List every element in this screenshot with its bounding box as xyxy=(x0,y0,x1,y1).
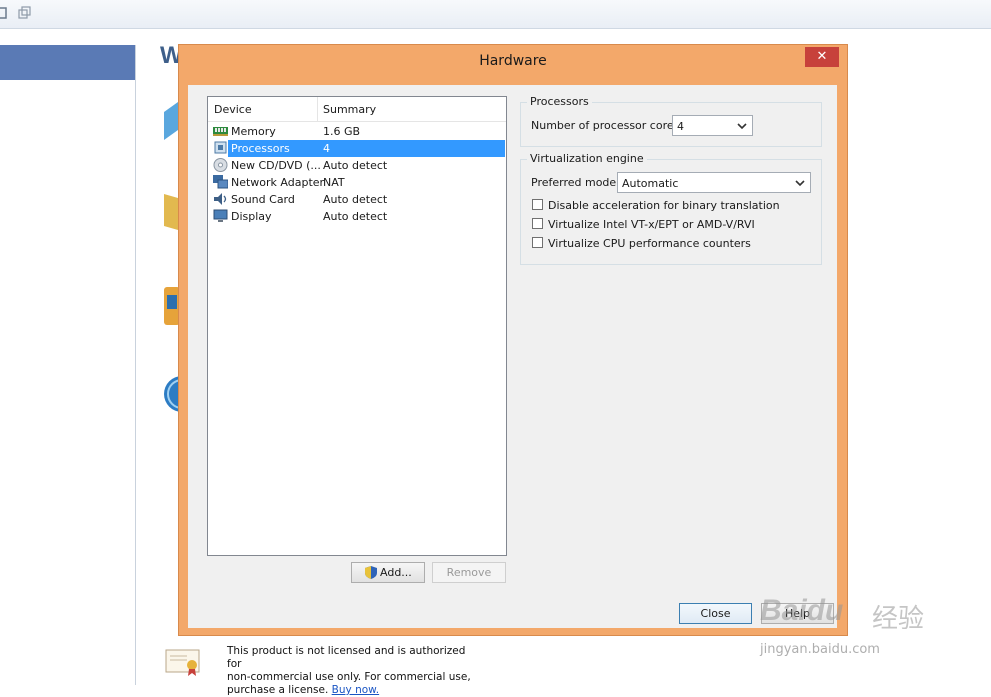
device-row-sound-card[interactable]: Sound Card Auto detect xyxy=(209,191,505,208)
device-summary: Auto detect xyxy=(323,210,388,223)
processor-icon xyxy=(214,141,227,154)
device-row-cd-dvd[interactable]: New CD/DVD (... Auto detect xyxy=(209,157,505,174)
help-button[interactable]: Help xyxy=(761,603,834,624)
dialog-title: Hardware xyxy=(479,53,547,69)
preferred-mode-select[interactable]: Automatic xyxy=(617,172,811,193)
processors-legend: Processors xyxy=(527,95,592,108)
virtualization-engine-group: Virtualization engine Preferred mode: Au… xyxy=(520,152,822,265)
processors-group: Processors Number of processor cores: 4 xyxy=(520,95,822,147)
device-name: Sound Card xyxy=(231,193,295,206)
device-row-processors[interactable]: Processors 4 xyxy=(209,140,505,157)
device-name: New CD/DVD (... xyxy=(231,159,321,172)
cores-label: Number of processor cores: xyxy=(531,119,684,132)
virtualization-legend: Virtualization engine xyxy=(527,152,647,165)
sound-card-icon xyxy=(214,193,227,205)
hardware-dialog: Hardware ✕ Device Summary Memory 1.6 GB xyxy=(178,44,848,636)
memory-icon xyxy=(213,127,228,136)
column-header-device[interactable]: Device xyxy=(214,103,252,116)
device-list[interactable]: Device Summary Memory 1.6 GB Processors … xyxy=(207,96,507,556)
license-line-1: This product is not licensed and is auth… xyxy=(227,645,466,670)
device-row-display[interactable]: Display Auto detect xyxy=(209,208,505,225)
device-summary: Auto detect xyxy=(323,193,388,206)
library-selected-item[interactable] xyxy=(0,45,135,80)
preferred-mode-label: Preferred mode: xyxy=(531,176,620,189)
buy-now-link[interactable]: Buy now. xyxy=(332,684,379,696)
license-line-2: non-commercial use only. For commercial … xyxy=(227,671,471,683)
device-row-memory[interactable]: Memory 1.6 GB xyxy=(209,123,505,140)
uac-shield-icon xyxy=(365,566,377,579)
restore-window-icon[interactable] xyxy=(18,6,32,20)
dialog-close-button[interactable]: ✕ xyxy=(805,47,839,67)
certificate-icon xyxy=(165,649,200,676)
close-button[interactable]: Close xyxy=(679,603,752,624)
dialog-body: Device Summary Memory 1.6 GB Processors … xyxy=(188,85,837,628)
device-row-network-adapter[interactable]: Network Adapter NAT xyxy=(209,174,505,191)
device-name: Processors xyxy=(231,142,290,155)
device-name: Display xyxy=(231,210,272,223)
device-list-header: Device Summary xyxy=(208,97,506,122)
remove-device-button[interactable]: Remove xyxy=(432,562,506,583)
chevron-down-icon xyxy=(737,123,747,130)
processor-cores-select[interactable]: 4 xyxy=(672,115,753,136)
device-summary: 4 xyxy=(323,142,330,155)
device-summary: NAT xyxy=(323,176,345,189)
device-name: Memory xyxy=(231,125,276,138)
add-device-button[interactable]: Add... xyxy=(351,562,425,583)
cd-dvd-icon xyxy=(213,158,228,172)
license-line-3: purchase a license. Buy now. xyxy=(227,684,380,696)
watermark-jingyan: 经验 xyxy=(872,604,925,634)
toolbar-icon[interactable] xyxy=(0,6,8,20)
device-summary: 1.6 GB xyxy=(323,125,361,138)
network-adapter-icon xyxy=(213,175,228,189)
device-name: Network Adapter xyxy=(231,176,325,189)
display-icon xyxy=(213,209,228,222)
column-header-summary[interactable]: Summary xyxy=(323,103,376,116)
watermark-url: jingyan.baidu.com xyxy=(760,642,880,657)
toolbar xyxy=(0,0,991,29)
chevron-down-icon xyxy=(795,180,805,187)
device-summary: Auto detect xyxy=(323,159,388,172)
library-pane xyxy=(0,45,136,685)
